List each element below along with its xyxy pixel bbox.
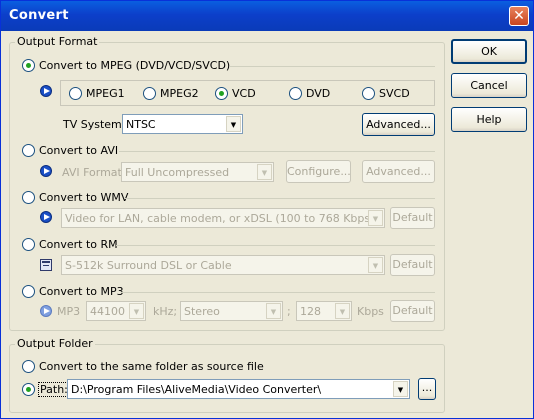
- mpeg-play-icon: [40, 85, 52, 97]
- mp3-channel-value: Stereo: [184, 305, 220, 318]
- mpeg2-radio[interactable]: [143, 87, 156, 100]
- chevron-down-icon[interactable]: ▼: [393, 381, 408, 397]
- window-title: Convert: [9, 8, 69, 23]
- path-radio[interactable]: [22, 383, 35, 396]
- mp3-separator: [121, 292, 435, 293]
- path-label[interactable]: Path:: [38, 382, 70, 397]
- rm-profile-value: S-512k Surround DSL or Cable: [65, 259, 232, 272]
- path-select[interactable]: D:\Program Files\AliveMedia\Video Conver…: [67, 379, 410, 399]
- tv-system-label: TV System:: [63, 118, 126, 131]
- kbps-label: Kbps: [357, 305, 384, 318]
- browse-button[interactable]: ...: [418, 378, 436, 400]
- rm-profile-select[interactable]: S-512k Surround DSL or Cable ▼: [61, 255, 385, 275]
- tv-system-select[interactable]: NTSC ▼: [122, 114, 243, 134]
- mp3-separator-label: ;: [287, 305, 291, 318]
- mp3-rate-value: 44100: [90, 305, 125, 318]
- rm-radio[interactable]: [22, 238, 35, 251]
- mpeg1-radio[interactable]: [69, 87, 82, 100]
- rm-default-button[interactable]: Default: [390, 254, 435, 276]
- wmv-default-button[interactable]: Default: [390, 207, 435, 229]
- mpeg-separator: [229, 66, 435, 67]
- svcd-radio[interactable]: [362, 87, 375, 100]
- title-bar: Convert ✕: [1, 1, 533, 31]
- mpeg1-label[interactable]: MPEG1: [86, 87, 125, 100]
- mp3-bitrate-value: 128: [300, 305, 321, 318]
- avi-separator: [119, 151, 435, 152]
- avi-radio[interactable]: [22, 144, 35, 157]
- help-button[interactable]: Help: [451, 107, 527, 132]
- avi-radio-label[interactable]: Convert to AVI: [39, 144, 118, 157]
- avi-format-label: AVI Format:: [62, 166, 126, 179]
- mp3-bitrate-select[interactable]: 128 ▼: [296, 301, 352, 321]
- mpeg-radio[interactable]: [22, 59, 35, 72]
- path-value: D:\Program Files\AliveMedia\Video Conver…: [71, 383, 322, 396]
- cancel-button[interactable]: Cancel: [451, 73, 527, 98]
- output-format-label: Output Format: [15, 35, 100, 48]
- wmv-profile-select[interactable]: Video for LAN, cable modem, or xDSL (100…: [61, 208, 385, 228]
- mp3-channel-select[interactable]: Stereo ▼: [180, 301, 283, 321]
- tv-system-value: NTSC: [126, 118, 156, 131]
- wmv-profile-value: Video for LAN, cable modem, or xDSL (100…: [65, 212, 375, 225]
- khz-label: kHz;: [153, 305, 178, 318]
- chevron-down-icon[interactable]: ▼: [226, 116, 241, 132]
- mp3-rate-select[interactable]: 44100 ▼: [86, 301, 146, 321]
- wmv-play-icon: [40, 211, 52, 223]
- vcd-radio[interactable]: [215, 87, 228, 100]
- mp3-radio-label[interactable]: Convert to MP3: [39, 285, 124, 298]
- mp3-radio[interactable]: [22, 285, 35, 298]
- dvd-label[interactable]: DVD: [306, 87, 330, 100]
- convert-dialog: Convert ✕ OK Cancel Help Output Format C…: [0, 0, 534, 419]
- chevron-down-icon[interactable]: ▼: [266, 303, 281, 319]
- chevron-down-icon[interactable]: ▼: [129, 303, 144, 319]
- mpeg-radio-label[interactable]: Convert to MPEG (DVD/VCD/SVCD): [39, 59, 230, 72]
- avi-advanced-button[interactable]: Advanced...: [362, 160, 435, 183]
- avi-configure-button[interactable]: Configure...: [286, 160, 351, 183]
- chevron-down-icon[interactable]: ▼: [257, 164, 272, 180]
- avi-format-select[interactable]: Full Uncompressed ▼: [121, 162, 274, 182]
- wmv-separator: [125, 198, 435, 199]
- mpeg-advanced-button[interactable]: Advanced...: [362, 113, 435, 136]
- chevron-down-icon[interactable]: ▼: [335, 303, 350, 319]
- chevron-down-icon[interactable]: ▼: [368, 257, 383, 273]
- mpeg2-label[interactable]: MPEG2: [160, 87, 199, 100]
- svcd-label[interactable]: SVCD: [379, 87, 410, 100]
- mp3-label: MP3: [57, 305, 81, 318]
- chevron-down-icon[interactable]: ▼: [368, 210, 383, 226]
- wmv-radio[interactable]: [22, 191, 35, 204]
- rm-radio-label[interactable]: Convert to RM: [39, 238, 118, 251]
- output-folder-label: Output Folder: [15, 337, 95, 350]
- close-button[interactable]: ✕: [509, 6, 529, 26]
- avi-play-icon: [40, 165, 52, 177]
- same-folder-radio[interactable]: [22, 360, 35, 373]
- wmv-radio-label[interactable]: Convert to WMV: [39, 191, 128, 204]
- same-folder-label[interactable]: Convert to the same folder as source fil…: [39, 360, 264, 373]
- avi-format-value: Full Uncompressed: [125, 166, 230, 179]
- mp3-play-icon: [40, 305, 52, 317]
- data-table-icon: [40, 259, 52, 271]
- dvd-radio[interactable]: [289, 87, 302, 100]
- vcd-label[interactable]: VCD: [232, 87, 256, 100]
- rm-separator: [116, 245, 435, 246]
- ok-button[interactable]: OK: [451, 39, 527, 64]
- mp3-default-button[interactable]: Default: [390, 300, 435, 322]
